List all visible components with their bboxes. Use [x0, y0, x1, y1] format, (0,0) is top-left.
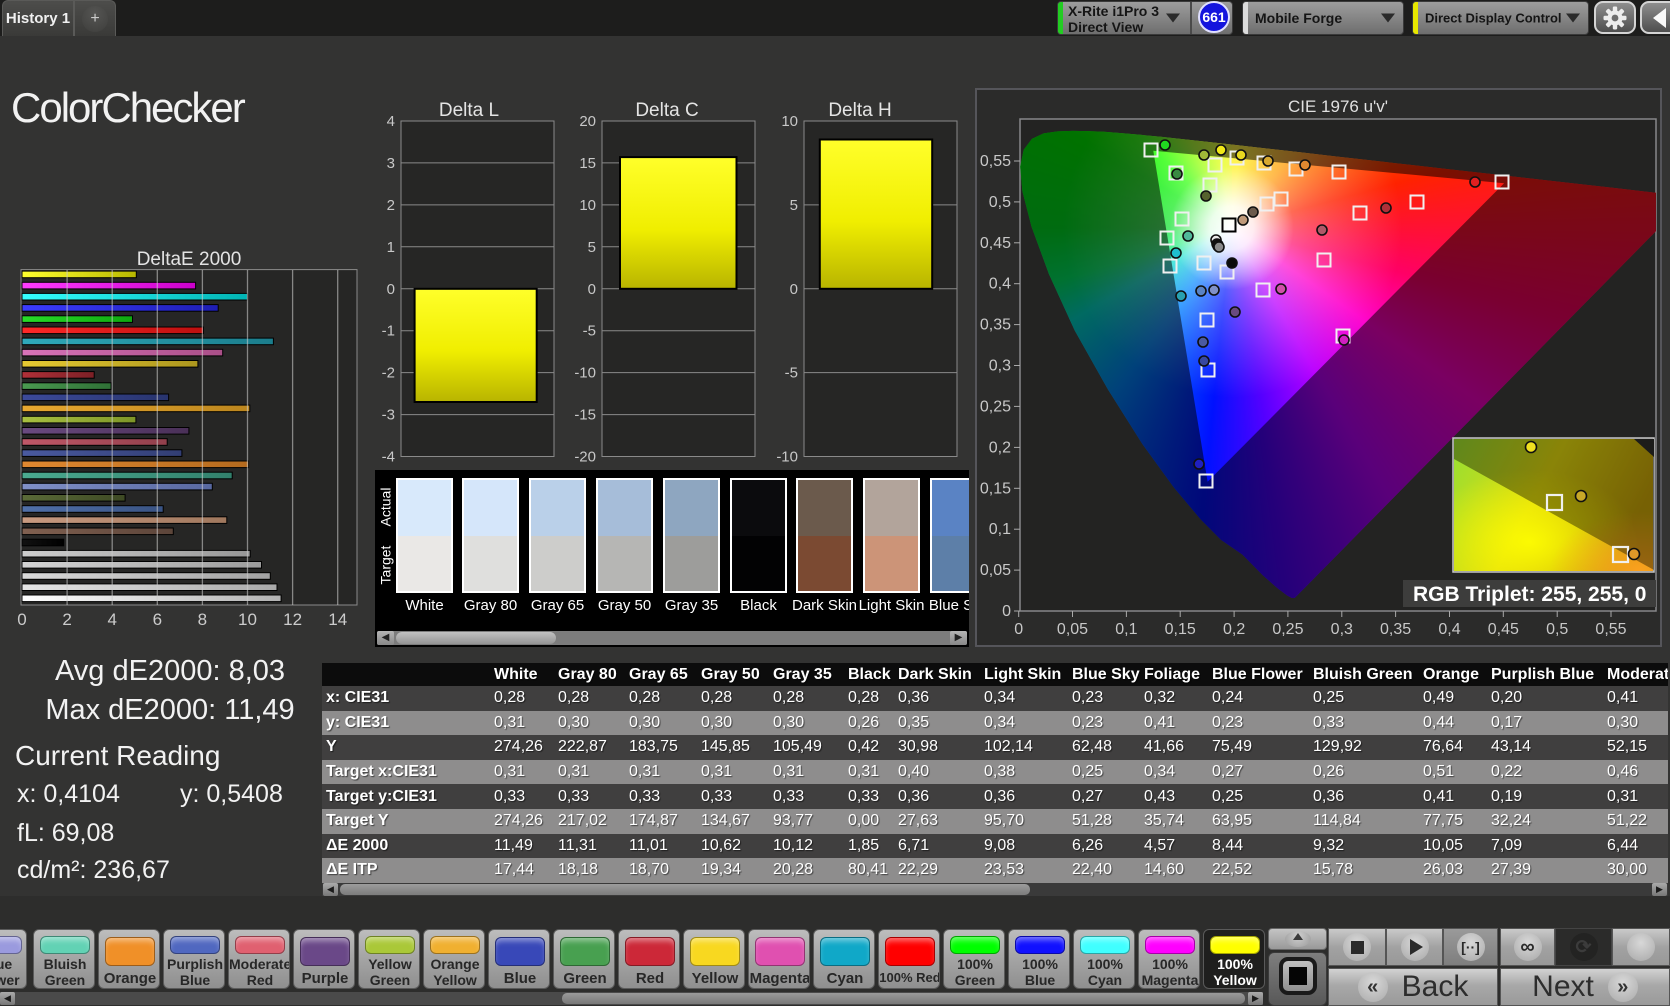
- svg-text:-15: -15: [574, 407, 596, 424]
- svg-text:0: 0: [17, 610, 26, 629]
- svg-text:0: 0: [790, 281, 798, 298]
- svg-text:RGB Triplet: 255, 255, 0: RGB Triplet: 255, 255, 0: [1413, 583, 1646, 606]
- svg-text:0,25: 0,25: [1272, 621, 1303, 638]
- svg-text:0,45: 0,45: [1488, 621, 1519, 638]
- svg-text:0,15: 0,15: [980, 480, 1011, 497]
- svg-text:-3: -3: [382, 407, 395, 424]
- svg-text:0,55: 0,55: [980, 153, 1011, 170]
- svg-text:8: 8: [198, 610, 207, 629]
- svg-text:14: 14: [328, 610, 347, 629]
- svg-text:0,2: 0,2: [1223, 621, 1245, 638]
- svg-text:0: 0: [387, 281, 395, 298]
- svg-text:0,1: 0,1: [989, 521, 1011, 538]
- svg-text:0: 0: [1014, 621, 1023, 638]
- svg-text:-4: -4: [382, 449, 395, 466]
- svg-text:0,3: 0,3: [989, 358, 1011, 375]
- svg-text:0,45: 0,45: [980, 235, 1011, 252]
- svg-text:-5: -5: [785, 365, 798, 382]
- svg-text:Delta L: Delta L: [439, 100, 499, 121]
- svg-text:5: 5: [588, 239, 596, 256]
- svg-text:0,35: 0,35: [1380, 621, 1411, 638]
- svg-text:0: 0: [1002, 603, 1011, 620]
- svg-text:0,5: 0,5: [989, 194, 1011, 211]
- svg-text:0,25: 0,25: [980, 398, 1011, 415]
- svg-text:6: 6: [153, 610, 162, 629]
- svg-text:Delta C: Delta C: [635, 100, 698, 121]
- svg-text:1: 1: [387, 239, 395, 256]
- svg-text:15: 15: [579, 155, 596, 172]
- svg-text:0,5: 0,5: [1546, 621, 1568, 638]
- svg-text:3: 3: [387, 155, 395, 172]
- svg-text:0,2: 0,2: [989, 439, 1011, 456]
- svg-text:5: 5: [790, 197, 798, 214]
- svg-text:-20: -20: [574, 449, 596, 466]
- svg-text:0,4: 0,4: [989, 276, 1011, 293]
- svg-text:10: 10: [781, 113, 798, 130]
- svg-text:0,35: 0,35: [980, 317, 1011, 334]
- svg-text:4: 4: [107, 610, 116, 629]
- svg-text:Delta H: Delta H: [828, 100, 891, 121]
- svg-text:10: 10: [238, 610, 257, 629]
- svg-text:0,1: 0,1: [1115, 621, 1137, 638]
- svg-text:0,15: 0,15: [1165, 621, 1196, 638]
- svg-text:-10: -10: [574, 365, 596, 382]
- svg-text:20: 20: [579, 113, 596, 130]
- svg-text:0,3: 0,3: [1331, 621, 1353, 638]
- svg-text:0,05: 0,05: [980, 562, 1011, 579]
- svg-text:10: 10: [579, 197, 596, 214]
- svg-text:4: 4: [387, 113, 395, 130]
- svg-text:0,55: 0,55: [1595, 621, 1626, 638]
- svg-text:0,05: 0,05: [1057, 621, 1088, 638]
- svg-text:-1: -1: [382, 323, 395, 340]
- svg-text:0: 0: [588, 281, 596, 298]
- svg-text:-10: -10: [776, 449, 798, 466]
- svg-text:2: 2: [387, 197, 395, 214]
- svg-text:12: 12: [283, 610, 302, 629]
- svg-text:-5: -5: [583, 323, 596, 340]
- svg-text:2: 2: [62, 610, 71, 629]
- svg-text:0,4: 0,4: [1438, 621, 1460, 638]
- svg-text:-2: -2: [382, 365, 395, 382]
